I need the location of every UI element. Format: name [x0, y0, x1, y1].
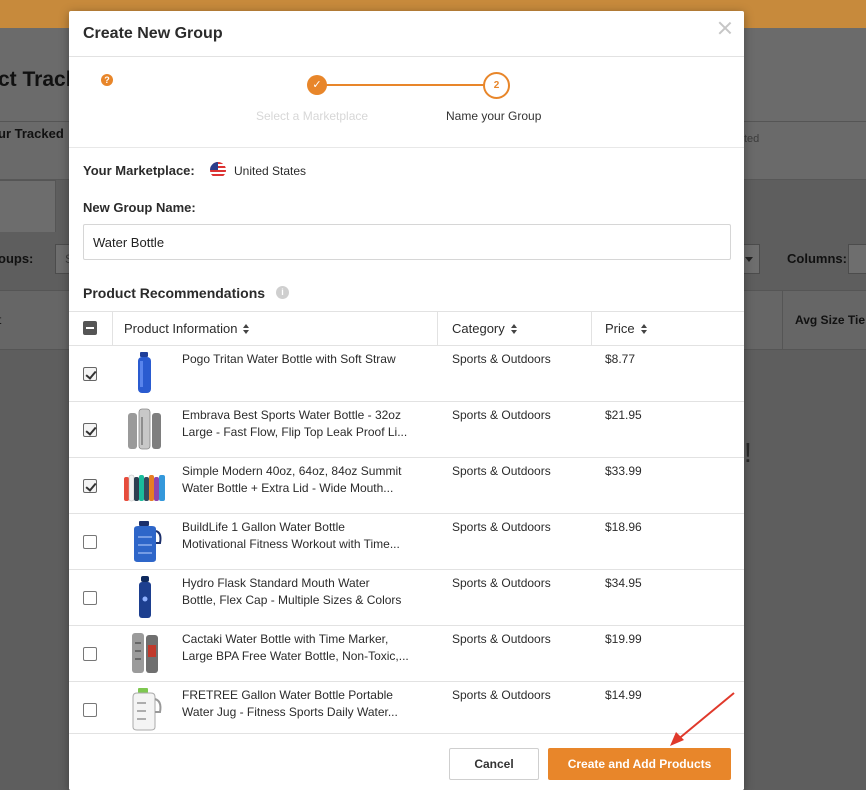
product-price: $14.99	[605, 688, 642, 702]
single-blue-bottle-thumbnail	[138, 352, 151, 393]
product-price: $8.77	[605, 352, 636, 366]
chevron-down-icon	[745, 257, 753, 262]
price-header-label: Price	[605, 321, 635, 336]
product-category: Sports & Outdoors	[452, 464, 551, 478]
product-name[interactable]: Pogo Tritan Water Bottle with Soft Straw	[182, 351, 432, 368]
row-checkbox[interactable]	[83, 703, 97, 717]
cancel-button[interactable]: Cancel	[449, 748, 539, 780]
marketplace-label: Your Marketplace:	[83, 163, 195, 178]
product-name[interactable]: Cactaki Water Bottle with Time Marker, La…	[182, 631, 432, 665]
row-checkbox[interactable]	[83, 535, 97, 549]
row-checkbox[interactable]	[83, 479, 97, 493]
colorful-bottles-row-thumbnail	[124, 474, 165, 502]
recommendations-table: Product Information Category Price Pogo …	[69, 311, 744, 738]
page-title: ct Track	[0, 68, 78, 91]
stepper-line	[325, 84, 497, 86]
table-row[interactable]: Pogo Tritan Water Bottle with Soft Straw…	[69, 346, 744, 402]
modal-title: Create New Group	[83, 25, 223, 42]
divider	[69, 147, 744, 148]
groups-label: oups:	[0, 251, 34, 266]
header-divider	[112, 312, 113, 346]
product-information-header[interactable]: Product Information	[124, 312, 250, 346]
header-divider	[591, 312, 592, 346]
sort-icon	[243, 323, 250, 334]
row-checkbox[interactable]	[83, 423, 97, 437]
product-price: $33.99	[605, 464, 642, 478]
table-row[interactable]: Simple Modern 40oz, 64oz, 84oz Summit Wat…	[69, 458, 744, 514]
step-1-complete-icon: ✓	[307, 75, 327, 95]
product-category: Sports & Outdoors	[452, 632, 551, 646]
table-row[interactable]: Cactaki Water Bottle with Time Marker, La…	[69, 626, 744, 682]
page-table-divider	[782, 290, 783, 350]
page-exclamation: !	[744, 437, 752, 468]
row-checkbox[interactable]	[83, 647, 97, 661]
row-checkbox[interactable]	[83, 367, 97, 381]
product-price: $21.95	[605, 408, 642, 422]
product-name[interactable]: FRETREE Gallon Water Bottle Portable Wate…	[182, 687, 432, 721]
category-header[interactable]: Category	[452, 312, 518, 346]
marker-bottles-pair-thumbnail	[132, 633, 158, 673]
help-icon[interactable]: ?	[101, 74, 113, 86]
page-table-header-left: t	[0, 313, 1, 327]
table-header: Product Information Category Price	[69, 311, 744, 346]
close-icon[interactable]	[718, 21, 732, 35]
step-2-indicator: 2	[483, 72, 510, 99]
dropdown-caret-box	[744, 244, 760, 274]
columns-select	[848, 244, 866, 274]
table-row[interactable]: Hydro Flask Standard Mouth Water Bottle, …	[69, 570, 744, 626]
product-name[interactable]: Simple Modern 40oz, 64oz, 84oz Summit Wat…	[182, 463, 432, 497]
step-1-label[interactable]: Select a Marketplace	[256, 109, 368, 123]
modal-header: Create New Group	[69, 11, 744, 57]
table-row[interactable]: FRETREE Gallon Water Bottle Portable Wate…	[69, 682, 744, 738]
page-muted-text: ted	[744, 133, 760, 145]
us-flag-icon	[210, 162, 226, 178]
select-all-checkbox[interactable]	[83, 321, 97, 335]
header-divider	[437, 312, 438, 346]
sort-icon	[510, 323, 518, 334]
navy-flask-thumbnail	[139, 576, 151, 618]
create-and-add-products-button[interactable]: Create and Add Products	[548, 748, 731, 780]
page-tab	[0, 180, 56, 232]
group-name-input[interactable]	[83, 224, 731, 260]
product-name[interactable]: Hydro Flask Standard Mouth Water Bottle, …	[182, 575, 432, 609]
product-price: $18.96	[605, 520, 642, 534]
product-category: Sports & Outdoors	[452, 576, 551, 590]
page-subtitle: ur Tracked	[0, 126, 64, 141]
product-name[interactable]: BuildLife 1 Gallon Water Bottle Motivatio…	[182, 519, 432, 553]
product-name[interactable]: Embrava Best Sports Water Bottle - 32oz L…	[182, 407, 432, 441]
step-2-label: Name your Group	[446, 109, 542, 123]
recommendations-label: Product Recommendations	[83, 285, 266, 301]
create-group-modal: Create New Group ? ✓ 2 Select a Marketpl…	[69, 11, 744, 790]
columns-label: Columns:	[787, 251, 847, 266]
table-row[interactable]: BuildLife 1 Gallon Water Bottle Motivatio…	[69, 514, 744, 570]
product-category: Sports & Outdoors	[452, 408, 551, 422]
product-price: $19.99	[605, 632, 642, 646]
price-header[interactable]: Price	[605, 312, 648, 346]
product-category: Sports & Outdoors	[452, 520, 551, 534]
blue-gallon-jug-thumbnail	[134, 521, 162, 562]
product-category: Sports & Outdoors	[452, 688, 551, 702]
table-row[interactable]: Embrava Best Sports Water Bottle - 32oz L…	[69, 402, 744, 458]
clear-gallon-jug-thumbnail	[132, 688, 162, 731]
avg-size-tier-header: Avg Size Tie	[795, 313, 866, 327]
info-icon[interactable]: i	[276, 286, 289, 299]
marketplace-value: United States	[234, 164, 307, 178]
product-price: $34.95	[605, 576, 642, 590]
row-checkbox[interactable]	[83, 591, 97, 605]
product-category: Sports & Outdoors	[452, 352, 551, 366]
category-header-label: Category	[452, 321, 505, 336]
group-name-label: New Group Name:	[83, 200, 196, 215]
grey-bottles-group-thumbnail	[128, 408, 161, 450]
product-information-header-label: Product Information	[124, 321, 238, 336]
modal-footer: Cancel Create and Add Products	[69, 733, 744, 790]
sort-icon	[640, 323, 648, 334]
